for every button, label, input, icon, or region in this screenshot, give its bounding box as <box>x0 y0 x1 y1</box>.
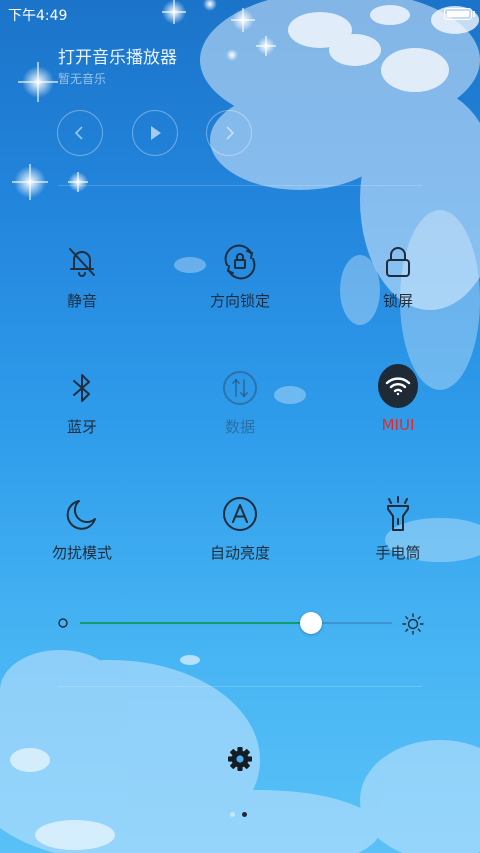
toggle-mute-label: 静音 <box>66 292 97 310</box>
battery-icon <box>444 8 475 20</box>
toggle-wifi-label: MIUI <box>381 416 415 434</box>
gear-icon <box>228 747 252 771</box>
bluetooth-icon <box>62 368 102 408</box>
toggle-bluetooth[interactable]: 蓝牙 <box>22 368 142 437</box>
music-player-title[interactable]: 打开音乐播放器 <box>58 43 177 68</box>
sun-icon <box>402 613 424 635</box>
flashlight-icon <box>378 494 418 534</box>
auto-brightness-icon <box>220 494 260 534</box>
brightness-slider-thumb[interactable] <box>299 612 322 634</box>
battery-tip <box>473 11 475 17</box>
bell-off-icon <box>62 242 102 282</box>
divider <box>58 686 422 687</box>
toggle-do-not-disturb[interactable]: 勿扰模式 <box>22 494 142 563</box>
toggle-mobile-data-label: 数据 <box>224 418 255 436</box>
play-icon <box>151 126 161 140</box>
wifi-icon-wrap <box>378 364 418 408</box>
page-dot[interactable] <box>230 812 235 817</box>
page-dot-current[interactable] <box>242 812 247 817</box>
toggle-flashlight[interactable]: 手电筒 <box>338 494 458 563</box>
mobile-data-icon <box>220 368 260 408</box>
toggle-rotation-lock[interactable]: 方向锁定 <box>180 242 300 311</box>
wifi-icon <box>378 364 418 408</box>
dim-icon <box>58 618 68 628</box>
toggle-do-not-disturb-label: 勿扰模式 <box>51 544 112 562</box>
divider <box>58 185 422 186</box>
brightness-slider-fill <box>80 622 311 624</box>
settings-button[interactable] <box>226 745 254 773</box>
status-bar: 下午4:49 <box>0 0 480 28</box>
toggle-lock-screen[interactable]: 锁屏 <box>338 242 458 311</box>
toggle-wifi[interactable]: MIUI <box>338 364 458 434</box>
toggle-bluetooth-label: 蓝牙 <box>66 418 97 436</box>
toggle-lock-screen-label: 锁屏 <box>382 292 413 310</box>
rotation-lock-icon <box>220 242 260 282</box>
toggle-auto-brightness[interactable]: 自动亮度 <box>180 494 300 563</box>
toggle-mute[interactable]: 静音 <box>22 242 142 311</box>
previous-icon <box>74 126 83 140</box>
brightness-slider[interactable] <box>80 612 392 634</box>
moon-icon <box>62 494 102 534</box>
battery-level <box>447 11 469 17</box>
page-indicator <box>230 812 247 817</box>
play-button[interactable] <box>132 110 178 156</box>
next-icon <box>226 126 235 140</box>
previous-track-button[interactable] <box>57 110 103 156</box>
toggle-auto-brightness-label: 自动亮度 <box>209 544 270 562</box>
next-track-button[interactable] <box>206 110 252 156</box>
toggle-mobile-data[interactable]: 数据 <box>180 368 300 437</box>
toggle-flashlight-label: 手电筒 <box>375 544 421 562</box>
lock-icon <box>378 242 418 282</box>
status-time: 下午4:49 <box>8 8 68 24</box>
toggle-rotation-lock-label: 方向锁定 <box>209 292 270 310</box>
music-player-subtitle: 暂无音乐 <box>58 72 107 86</box>
